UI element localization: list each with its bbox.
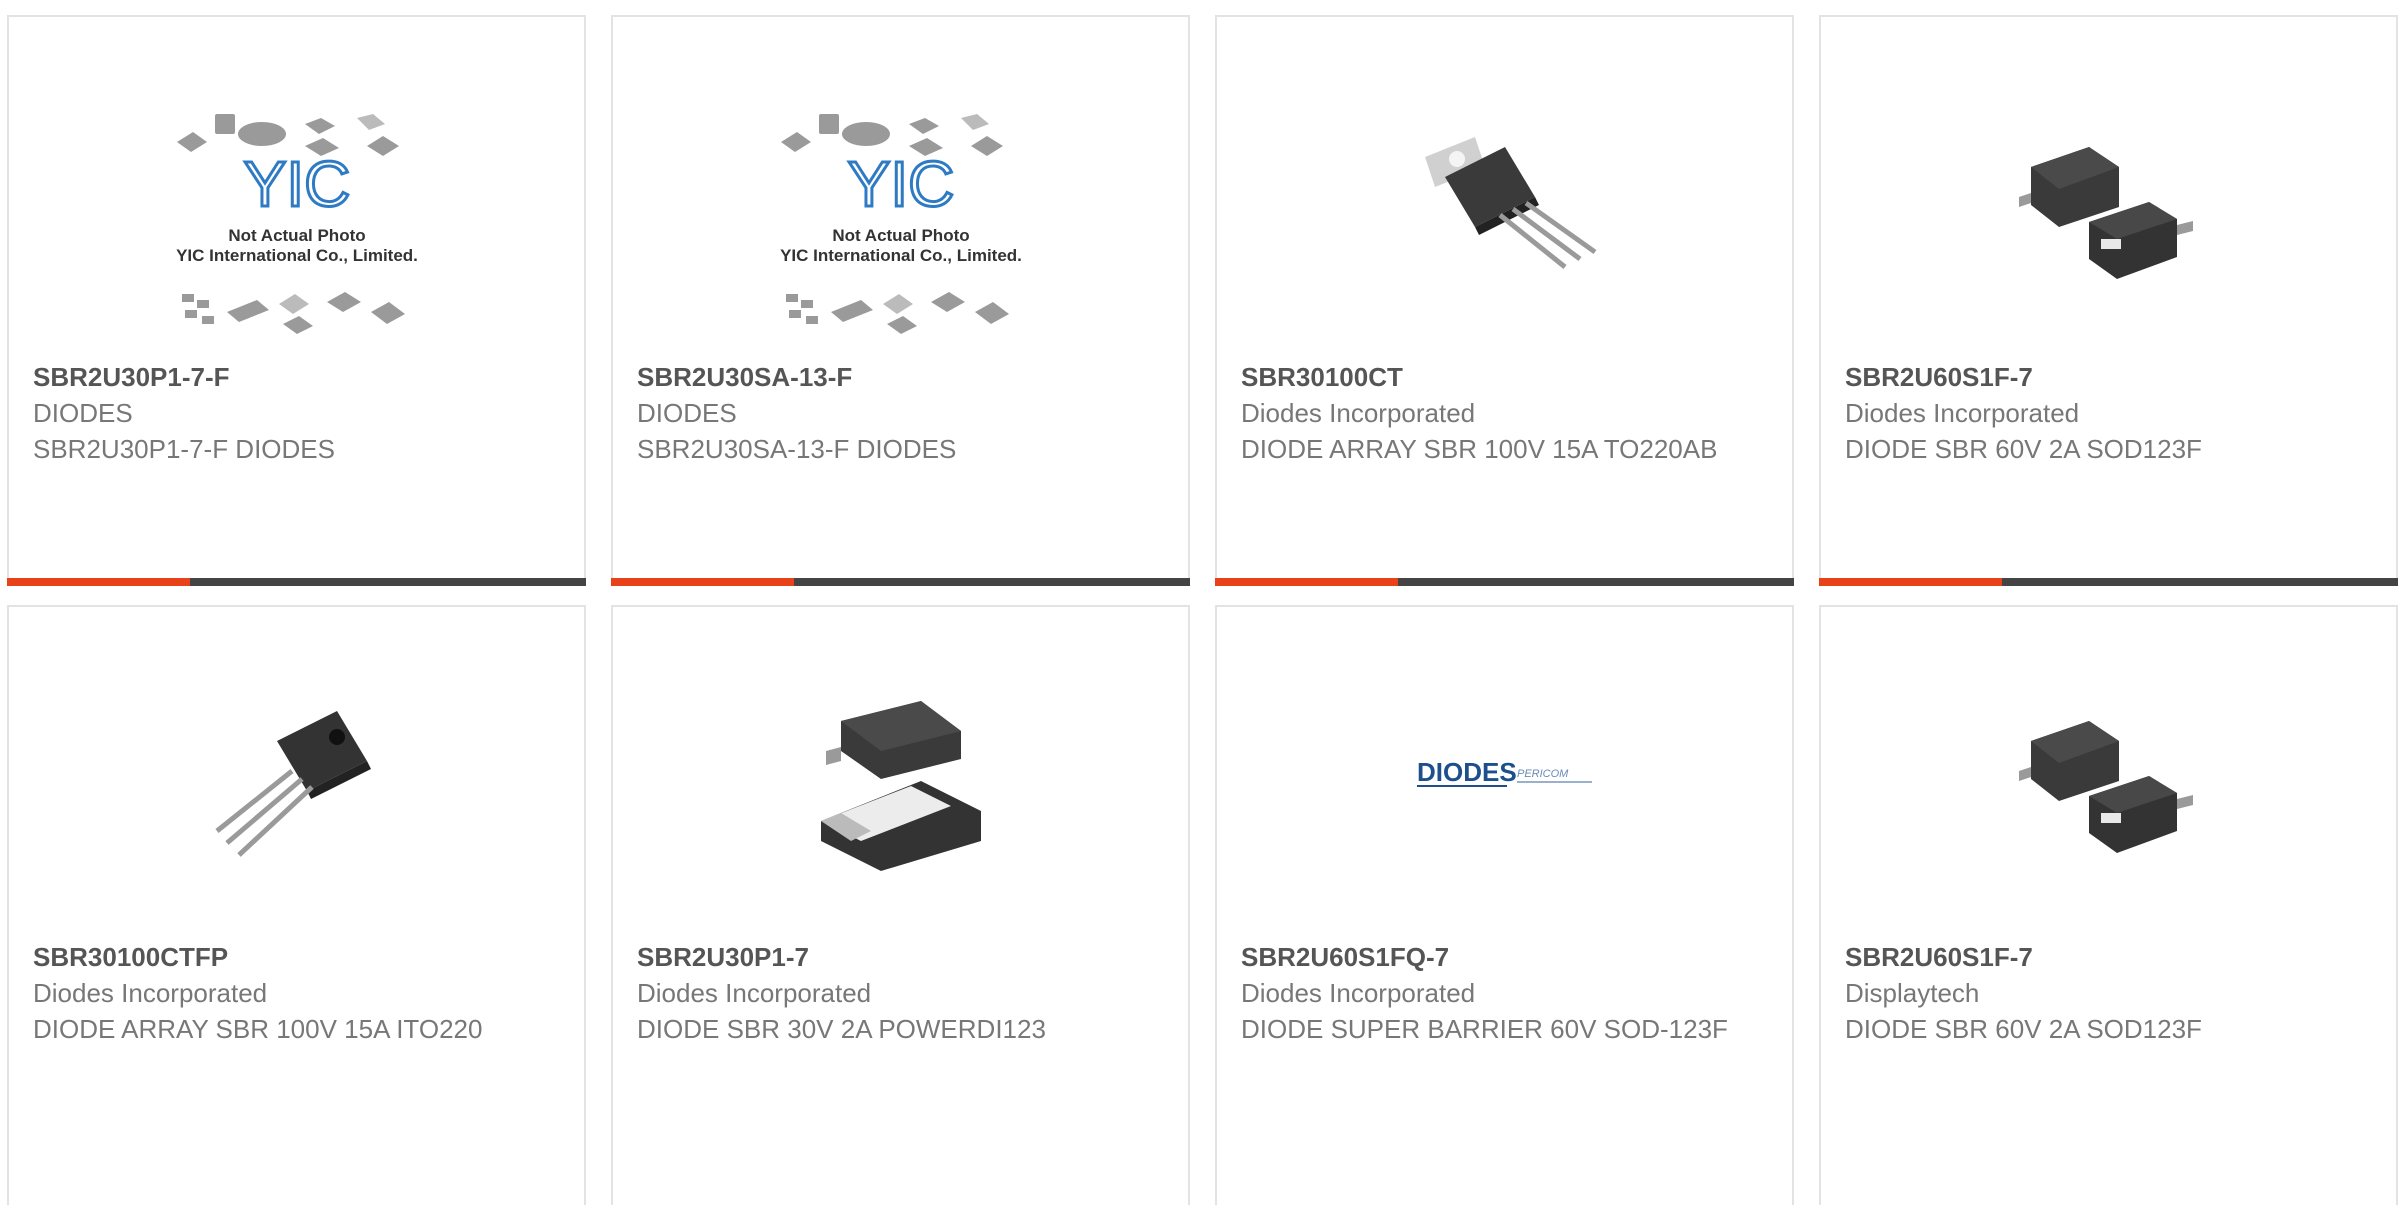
card-accent-bar (1819, 578, 2002, 586)
product-card[interactable]: YIC Not Actual Photo YIC International C… (611, 15, 1190, 586)
product-image-placeholder: YIC Not Actual Photo YIC International C… (176, 114, 418, 334)
manufacturer: Diodes Incorporated (637, 978, 872, 1008)
card-bottom-bar (1819, 578, 2398, 586)
description: SBR2U30SA-13-F DIODES (637, 434, 957, 464)
card-bottom-bar (1215, 578, 1794, 586)
image-caption-line-1: Not Actual Photo (228, 226, 365, 245)
card-bottom-bar (611, 578, 1190, 586)
pericom-logo: PERICOM (1517, 768, 1569, 780)
manufacturer: DIODES (33, 398, 133, 428)
card-accent-bar (611, 578, 794, 586)
description: DIODE SBR 30V 2A POWERDI123 (637, 1014, 1046, 1044)
part-number[interactable]: SBR2U30P1-7 (637, 939, 1164, 975)
part-number[interactable]: SBR2U60S1F-7 (1845, 359, 2372, 395)
part-number[interactable]: SBR2U30SA-13-F (637, 359, 1164, 395)
part-number[interactable]: SBR2U60S1F-7 (1845, 939, 2372, 975)
description: DIODE ARRAY SBR 100V 15A ITO220 (33, 1014, 483, 1044)
image-caption-line-2: YIC International Co., Limited. (176, 246, 418, 265)
diodes-pericom-logo-image: DIODES PERICOM (1416, 757, 1592, 787)
manufacturer: Diodes Incorporated (1241, 398, 1476, 428)
product-card[interactable]: SBR2U60S1F-7 Displaytech DIODE SBR 60V 2… (1819, 605, 2398, 1205)
yic-logo-text: YIC (243, 148, 350, 220)
manufacturer: Diodes Incorporated (33, 978, 268, 1008)
image-caption-line-2: YIC International Co., Limited. (780, 246, 1022, 265)
manufacturer: Diodes Incorporated (1845, 398, 2080, 428)
part-number[interactable]: SBR2U30P1-7-F (33, 359, 560, 395)
manufacturer: Displaytech (1845, 978, 1980, 1008)
card-accent-bar (7, 578, 190, 586)
product-card[interactable]: SBR2U60S1F-7 Diodes Incorporated DIODE S… (1819, 15, 2398, 586)
product-image-placeholder: YIC Not Actual Photo YIC International C… (780, 114, 1022, 334)
powerdi123-package-image (820, 701, 981, 871)
sod123f-package-image (2018, 147, 2193, 279)
description: DIODE SBR 60V 2A SOD123F (1845, 434, 2202, 464)
product-card[interactable]: YIC Not Actual Photo YIC International C… (7, 15, 586, 586)
part-number[interactable]: SBR2U60S1FQ-7 (1241, 939, 1768, 975)
yic-logo-text: YIC (847, 148, 954, 220)
to220-package-image (1424, 137, 1596, 269)
card-accent-bar (1215, 578, 1398, 586)
diodes-logo: DIODES (1417, 757, 1517, 787)
description: SBR2U30P1-7-F DIODES (33, 434, 335, 464)
product-card[interactable]: DIODES PERICOM SBR2U60S1FQ-7 Diodes Inco… (1215, 605, 1794, 1205)
product-card[interactable]: SBR30100CT Diodes Incorporated DIODE ARR… (1215, 15, 1794, 586)
sod123f-package-image (2018, 721, 2193, 853)
manufacturer: Diodes Incorporated (1241, 978, 1476, 1008)
image-caption-line-1: Not Actual Photo (832, 226, 969, 245)
part-number[interactable]: SBR30100CTFP (33, 939, 560, 975)
ito220-package-image (214, 711, 371, 857)
manufacturer: DIODES (637, 398, 737, 428)
description: DIODE SUPER BARRIER 60V SOD-123F (1241, 1014, 1728, 1044)
product-card[interactable]: SBR30100CTFP Diodes Incorporated DIODE A… (7, 605, 586, 1205)
product-card[interactable]: SBR2U30P1-7 Diodes Incorporated DIODE SB… (611, 605, 1190, 1205)
description: DIODE SBR 60V 2A SOD123F (1845, 1014, 2202, 1044)
part-number[interactable]: SBR30100CT (1241, 359, 1768, 395)
card-bottom-bar (7, 578, 586, 586)
description: DIODE ARRAY SBR 100V 15A TO220AB (1241, 434, 1718, 464)
